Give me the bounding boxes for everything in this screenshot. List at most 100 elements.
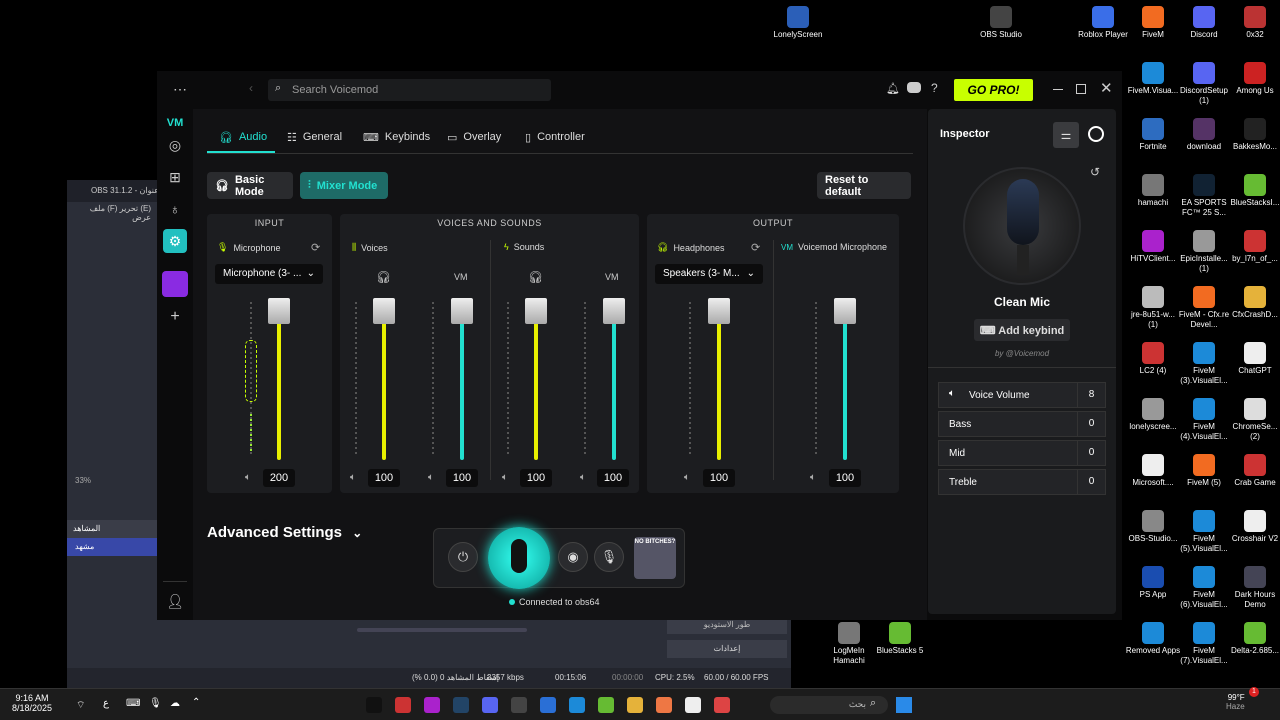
slider-track[interactable] [612, 312, 616, 460]
taskbar-app-icon[interactable] [714, 697, 730, 713]
desktop-icon[interactable]: CfxCrashD... [1227, 286, 1280, 320]
desktop-icon[interactable]: Fortnite [1125, 118, 1181, 152]
desktop-icon[interactable]: LonelyScreen [770, 6, 826, 40]
desktop-icon[interactable]: Delta-2.685... [1227, 622, 1280, 656]
desktop-icon[interactable]: Roblox Player [1075, 6, 1131, 40]
param-value[interactable]: 0 [1077, 470, 1105, 494]
refresh-icon[interactable]: ⟳ [751, 241, 760, 254]
param-value[interactable]: 0 [1077, 412, 1105, 436]
desktop-icon[interactable]: by_l7n_of_... [1227, 230, 1280, 264]
speaker-icon[interactable]: 🔈︎ [428, 472, 434, 483]
discord-icon[interactable] [907, 82, 921, 93]
reset-default-button[interactable]: Reset to default [817, 172, 911, 199]
desktop-icon[interactable]: ChromeSe... (2) [1227, 398, 1280, 442]
refresh-icon[interactable]: ⟳ [311, 241, 320, 254]
add-icon[interactable]: + [165, 307, 185, 327]
param-value[interactable]: 0 [1077, 441, 1105, 465]
speaker-icon[interactable]: 🔈︎ [502, 472, 508, 483]
obs-settings[interactable]: إعدادات [667, 640, 787, 658]
meme-sound-thumbnail[interactable]: NO BITCHES? [634, 537, 676, 579]
tab-keybinds[interactable]: ⌨ Keybinds [363, 127, 430, 147]
desktop-icon[interactable]: OBS Studio [973, 6, 1029, 40]
sliders-icon[interactable]: ⚌ [1053, 122, 1079, 148]
settings-gear-icon[interactable]: ⚙ [163, 229, 187, 253]
tab-general[interactable]: ☷ General [287, 127, 342, 147]
weather-widget[interactable]: 99°F Haze [1226, 693, 1245, 711]
desktop-icon[interactable]: FiveM (6).VisualEl... [1176, 566, 1232, 610]
microphone-device-select[interactable]: Microphone (3- ... ⌄ [215, 264, 323, 284]
voice-changer-button[interactable] [488, 527, 550, 589]
add-keybind-button[interactable]: ⌨ Add keybind [974, 319, 1070, 341]
slider-track[interactable] [460, 312, 464, 460]
desktop-icon[interactable]: EpicInstalle... (1) [1176, 230, 1232, 274]
cloud-icon[interactable]: ☁ [170, 698, 180, 709]
apps-add-icon[interactable]: ⊞ [165, 167, 185, 187]
speaker-icon[interactable]: 🔈︎ [580, 472, 586, 483]
desktop-icon[interactable]: download [1176, 118, 1232, 152]
sounds-headphones-volume[interactable]: 100 [520, 469, 552, 487]
tab-controller[interactable]: ▯ Controller [525, 127, 585, 147]
taskbar-app-icon[interactable] [598, 697, 614, 713]
desktop-icon[interactable]: EA SPORTS FC™ 25 S... [1176, 174, 1232, 218]
tab-overlay[interactable]: ▭ Overlay [447, 127, 501, 147]
advanced-settings[interactable]: Advanced Settings ⌄ [207, 524, 362, 541]
desktop-icon[interactable]: DiscordSetup (1) [1176, 62, 1232, 106]
slider-knob[interactable] [268, 298, 290, 324]
voices-headphones-volume[interactable]: 100 [368, 469, 400, 487]
slider-knob[interactable] [603, 298, 625, 324]
taskbar-app-icon[interactable] [569, 697, 585, 713]
param-value[interactable]: 8 [1077, 383, 1105, 407]
desktop-icon[interactable]: OBS-Studio... [1125, 510, 1181, 544]
slider-track[interactable] [534, 312, 538, 460]
search-input[interactable]: ⌕ Search Voicemod [268, 79, 551, 101]
desktop-icon[interactable]: Crab Game [1227, 454, 1280, 488]
mic-icon[interactable]: 🎙︎ [149, 698, 162, 709]
speaker-icon[interactable]: 🔈︎ [245, 472, 251, 483]
desktop-icon[interactable]: Crosshair V2 [1227, 510, 1280, 544]
desktop-icon[interactable]: FiveM (5) [1176, 454, 1232, 488]
desktop-icon[interactable]: FiveM (3).VisualEl... [1176, 342, 1232, 386]
slider-knob[interactable] [834, 298, 856, 324]
slider-knob[interactable] [708, 298, 730, 324]
mic-button[interactable]: 🎙︎ [594, 542, 624, 572]
desktop-icon[interactable]: FiveM [1125, 6, 1181, 40]
sounds-voicemod-volume[interactable]: 100 [597, 469, 629, 487]
desktop-icon[interactable]: FiveM (5).VisualEl... [1176, 510, 1232, 554]
language-indicator[interactable]: ع [103, 698, 109, 709]
speaker-icon[interactable]: 🔈︎ [684, 472, 690, 483]
param-bass[interactable]: Bass 0 [938, 411, 1106, 437]
slider-track[interactable] [277, 312, 281, 460]
basic-mode-button[interactable]: 🎧︎ Basic Mode [207, 172, 293, 199]
param-mid[interactable]: Mid 0 [938, 440, 1106, 466]
desktop-icon[interactable]: Dark Hours Demo [1227, 566, 1280, 610]
desktop-icon[interactable]: Among Us [1227, 62, 1280, 96]
desktop-icon[interactable]: BlueStacks 5 [872, 622, 928, 656]
desktop-icon[interactable]: FiveM (7).VisualEl... [1176, 622, 1232, 666]
chevron-up-icon[interactable]: ⌃ [192, 697, 200, 708]
desktop-icon[interactable]: BlueStacksI... [1227, 174, 1280, 208]
record-icon[interactable] [1088, 126, 1104, 142]
back-icon[interactable]: ‹ [249, 81, 253, 95]
taskbar-app-icon[interactable] [627, 697, 643, 713]
more-menu-icon[interactable]: ⋯ [173, 81, 187, 98]
slider-knob[interactable] [373, 298, 395, 324]
taskbar-app-icon[interactable] [453, 697, 469, 713]
taskbar-app-icon[interactable] [366, 697, 382, 713]
desktop-icon[interactable]: jre-8u51-w... (1) [1125, 286, 1181, 330]
slider-knob[interactable] [525, 298, 547, 324]
desktop-icon[interactable]: 0x32 [1227, 6, 1280, 40]
gopro-button[interactable]: GO PRO! [954, 79, 1033, 101]
taskbar-app-icon[interactable] [685, 697, 701, 713]
headphones-volume[interactable]: 100 [703, 469, 735, 487]
desktop-icon[interactable]: Microsoft.... [1125, 454, 1181, 488]
threshold-indicator[interactable] [245, 340, 257, 402]
desktop-icon[interactable]: lonelyscree... [1125, 398, 1181, 432]
mixer-mode-button[interactable]: ⫶ Mixer Mode [300, 172, 388, 199]
headphones-device-select[interactable]: Speakers (3- M... ⌄ [655, 264, 763, 284]
bell-icon[interactable]: 🔔︎ [886, 82, 900, 95]
tab-audio[interactable]: 🎧︎ Audio [219, 127, 267, 147]
desktop-icon[interactable]: hamachi [1125, 174, 1181, 208]
close-icon[interactable]: ✕ [1100, 79, 1113, 97]
obs-volume-slider[interactable] [357, 628, 527, 632]
desktop-icon[interactable]: LogMeIn Hamachi [821, 622, 877, 666]
